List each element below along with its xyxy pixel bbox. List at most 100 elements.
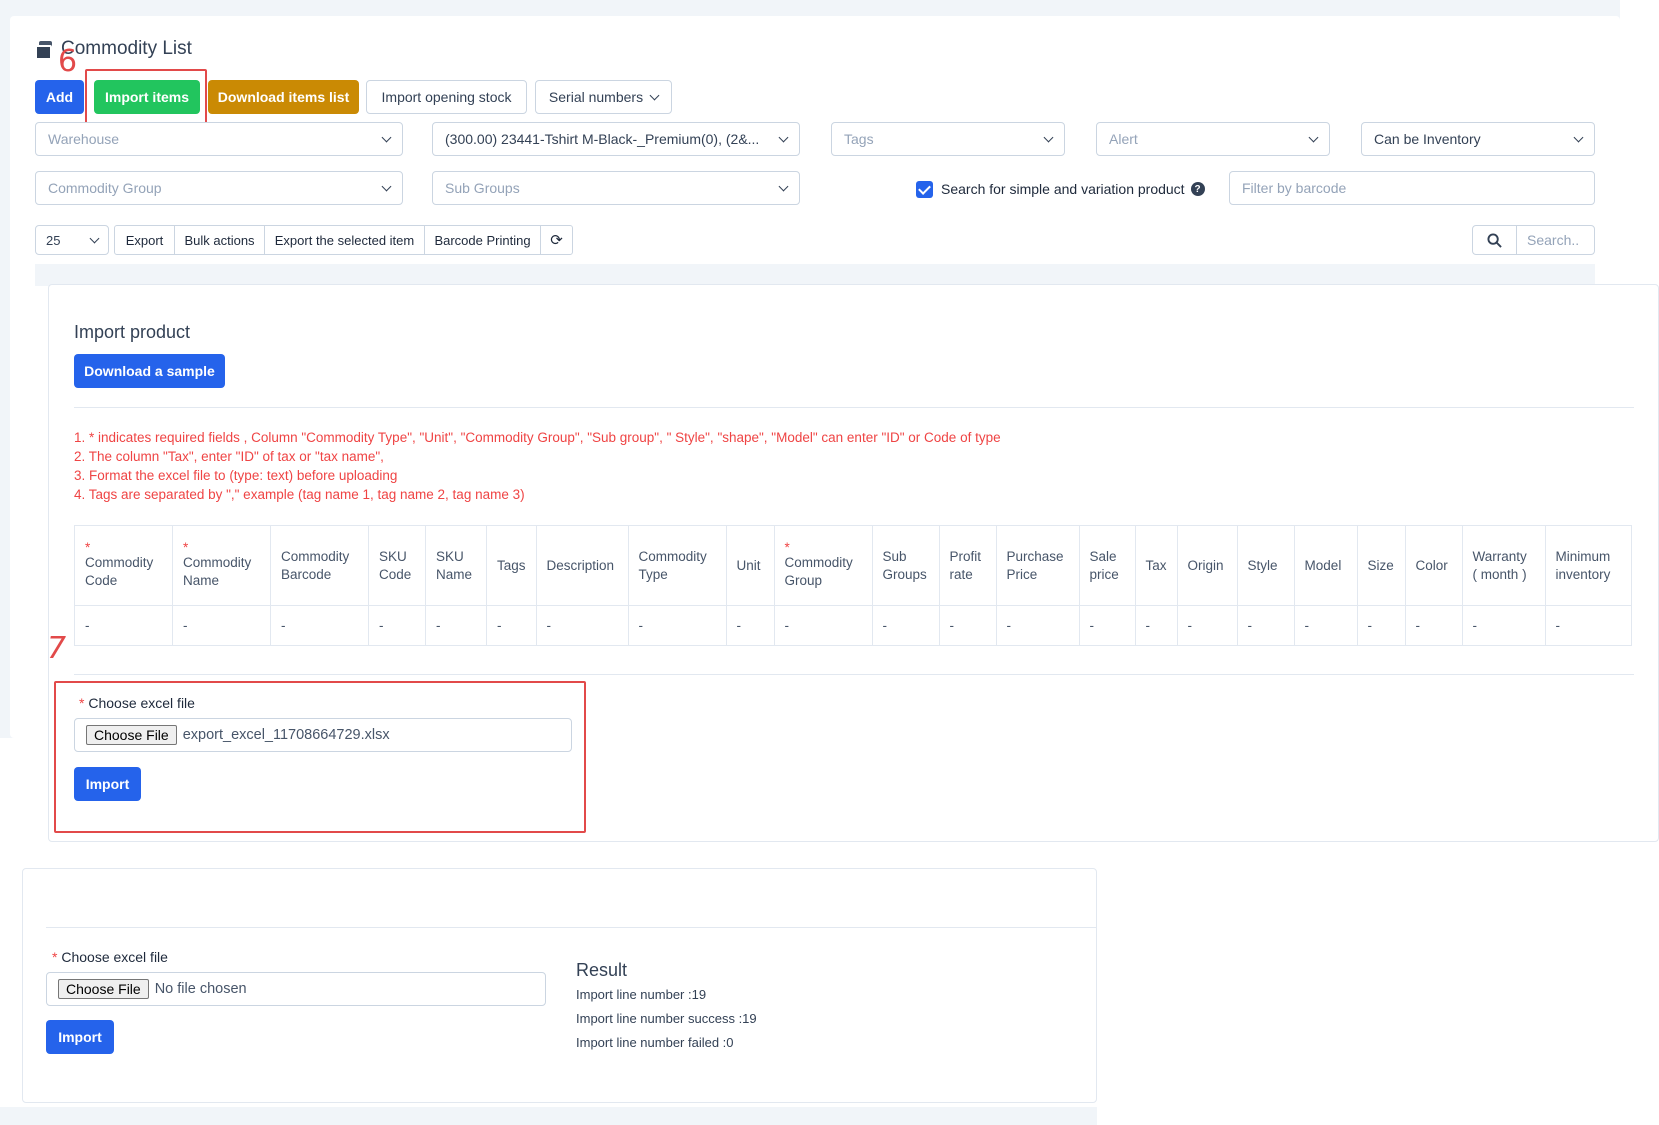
table-cell: - <box>535 605 629 646</box>
column-header: Commodity Barcode <box>270 525 369 606</box>
column-header: * Commodity Name <box>172 525 271 606</box>
export-selected-button[interactable]: Export the selected item <box>264 225 425 255</box>
bulk-actions-button[interactable]: Bulk actions <box>174 225 265 255</box>
result-line: Import line number :19 <box>576 987 707 1002</box>
excel-file-input[interactable]: Choose File No file chosen <box>46 972 546 1006</box>
choose-excel-label: * Choose excel file <box>52 949 168 965</box>
search-icon[interactable] <box>1472 225 1517 255</box>
alert-select[interactable]: Alert <box>1096 122 1330 156</box>
column-label: Origin <box>1187 557 1224 573</box>
divider <box>74 407 1634 408</box>
step-7-label: 7 <box>47 631 67 666</box>
chevron-down-icon <box>1308 132 1319 142</box>
chevron-down-icon <box>381 132 392 142</box>
table-cell: - <box>1544 605 1632 646</box>
column-label: Unit <box>736 557 761 573</box>
sub-groups-placeholder: Sub Groups <box>445 180 520 196</box>
tags-select[interactable]: Tags <box>831 122 1065 156</box>
note-line: 4. Tags are separated by "," example (ta… <box>74 487 525 502</box>
divider <box>74 674 1634 675</box>
column-label: Commodity Code <box>85 554 154 588</box>
column-label: Commodity Name <box>183 554 252 588</box>
column-label: Size <box>1367 557 1394 573</box>
download-items-list-button[interactable]: Download items list <box>208 80 359 114</box>
page-title-text: Commodity List <box>61 38 192 59</box>
table-cell: - <box>995 605 1080 646</box>
column-header: Color <box>1404 525 1463 606</box>
sub-groups-select[interactable]: Sub Groups <box>432 171 800 205</box>
column-label: Tags <box>497 557 526 573</box>
import-button[interactable]: Import <box>46 1020 114 1054</box>
table-cell: - <box>1176 605 1238 646</box>
barcode-printing-button[interactable]: Barcode Printing <box>424 225 541 255</box>
required-columns-table: * Commodity Code * Commodity Name Commodity … <box>74 525 1632 646</box>
item-select[interactable]: (300.00) 23441-Tshirt M-Black-_Premium(0… <box>432 122 800 156</box>
table-cell: - <box>486 605 537 646</box>
column-label: Minimum inventory <box>1555 548 1611 582</box>
chevron-down-icon <box>649 90 660 100</box>
table-cell: - <box>627 605 727 646</box>
export-button[interactable]: Export <box>114 225 175 255</box>
column-header: Tax <box>1134 525 1178 606</box>
column-header: Tags <box>486 525 537 606</box>
warehouse-select[interactable]: Warehouse <box>35 122 403 156</box>
table-cell: - <box>1236 605 1295 646</box>
table-cell: - <box>725 605 775 646</box>
column-label: Purchase Price <box>1006 548 1064 582</box>
alert-placeholder: Alert <box>1109 131 1138 147</box>
chevron-down-icon <box>1573 132 1584 142</box>
commodity-group-select[interactable]: Commodity Group <box>35 171 403 205</box>
choose-file-button[interactable]: Choose File <box>58 979 149 999</box>
column-label: Commodity Group <box>784 554 853 588</box>
column-header: SKU Code <box>368 525 426 606</box>
column-label: Description <box>546 557 615 573</box>
chevron-down-icon <box>778 132 789 142</box>
table-cell: - <box>773 605 873 646</box>
item-select-value: (300.00) 23441-Tshirt M-Black-_Premium(0… <box>445 131 760 147</box>
search-variation-checkbox[interactable] <box>916 181 933 198</box>
serial-numbers-label: Serial numbers <box>548 89 644 105</box>
result-line: Import line number failed :0 <box>576 1035 734 1050</box>
note-line: 3. Format the excel file to (type: text)… <box>74 468 398 483</box>
search-input[interactable]: Search.. <box>1516 225 1595 255</box>
can-be-inventory-select[interactable]: Can be Inventory <box>1361 122 1595 156</box>
import-opening-stock-button[interactable]: Import opening stock <box>366 80 527 114</box>
search-variation-text: Search for simple and variation product <box>941 181 1185 197</box>
stack-icon <box>35 41 53 60</box>
table-cell: - <box>425 605 487 646</box>
table-cell: - <box>270 605 369 646</box>
refresh-icon[interactable]: ⟳ <box>540 225 573 255</box>
barcode-filter-input[interactable]: Filter by barcode <box>1229 171 1595 205</box>
help-icon[interactable]: ? <box>1190 182 1205 196</box>
required-mark: * <box>52 949 58 965</box>
chevron-down-icon <box>1043 132 1054 142</box>
table-header-strip <box>35 264 1595 286</box>
required-mark: * <box>183 539 189 555</box>
table-cell: - <box>1461 605 1546 646</box>
chevron-down-icon <box>89 233 100 243</box>
search-variation-label: Search for simple and variation product … <box>941 181 1205 197</box>
warehouse-placeholder: Warehouse <box>48 131 120 147</box>
column-label: SKU Code <box>379 548 412 582</box>
column-header: Unit <box>725 525 775 606</box>
column-header: Origin <box>1176 525 1238 606</box>
column-header: Purchase Price <box>995 525 1080 606</box>
chevron-down-icon <box>778 181 789 191</box>
column-label: Warranty ( month ) <box>1472 548 1527 582</box>
column-label: Tax <box>1145 557 1167 573</box>
column-label: Sub Groups <box>882 548 927 582</box>
column-header: Sale price <box>1078 525 1136 606</box>
table-cell: - <box>938 605 997 646</box>
page-size-select[interactable]: 25 <box>35 225 109 255</box>
column-header: Size <box>1356 525 1406 606</box>
page-size-value: 25 <box>46 232 61 248</box>
choose-excel-text: Choose excel file <box>61 949 168 965</box>
add-button[interactable]: Add <box>35 80 84 114</box>
column-header: * Commodity Group <box>773 525 873 606</box>
serial-numbers-dropdown[interactable]: Serial numbers <box>535 80 672 114</box>
download-sample-button[interactable]: Download a sample <box>74 354 225 388</box>
highlight-box-step-6 <box>85 69 207 128</box>
column-label: Style <box>1247 557 1278 573</box>
column-header: Model <box>1293 525 1358 606</box>
table-cell: - <box>1134 605 1178 646</box>
